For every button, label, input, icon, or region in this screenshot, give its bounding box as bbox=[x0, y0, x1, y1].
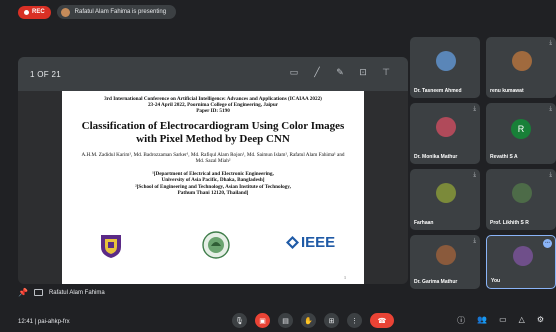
avatar bbox=[436, 183, 456, 203]
participants-grid: Dr. Tasneem Ahmed ⤓ renu kumawat ⤓ Dr. M… bbox=[410, 37, 556, 289]
avatar bbox=[512, 183, 532, 203]
participant-name: Prof. Likhith S R bbox=[490, 220, 529, 226]
end-call-icon[interactable]: ☎ bbox=[370, 313, 394, 328]
avatar bbox=[436, 117, 456, 137]
draw-icon[interactable]: ✎ bbox=[334, 67, 346, 78]
affiliation-line: Pathum Thani 12120, Thailand] bbox=[177, 190, 249, 197]
participant-tile[interactable]: ⤓ Dr. Garima Mathur bbox=[410, 235, 480, 289]
slide-page: 3rd International Conference on Artifici… bbox=[62, 91, 364, 284]
ieee-logo: IEEE bbox=[286, 234, 335, 251]
side-panel-buttons: ⓘ 👥 ▭ △ ⚙ bbox=[457, 315, 544, 326]
participant-name: Dr. Tasneem Ahmed bbox=[414, 88, 462, 94]
mic-muted-icon: ⤓ bbox=[549, 40, 552, 46]
fit-page-icon[interactable]: ⊡ bbox=[357, 67, 369, 78]
mic-muted-icon: ⤓ bbox=[473, 172, 476, 178]
mic-muted-icon: ⤓ bbox=[473, 106, 476, 112]
pdf-tools: ▭ ╱ ✎ ⊡ ⊤ bbox=[288, 67, 392, 78]
pin-page-icon[interactable]: ⊤ bbox=[380, 67, 392, 78]
university-shield-logo bbox=[101, 235, 121, 258]
meeting-info: 12:41 | pai-ahkp-frx bbox=[18, 319, 70, 325]
people-icon[interactable]: 👥 bbox=[477, 315, 487, 326]
ieee-diamond-icon bbox=[286, 236, 299, 249]
avatar bbox=[436, 51, 456, 71]
pin-icon[interactable]: 📌 bbox=[18, 288, 28, 297]
paper-id: Paper ID: 5190 bbox=[196, 108, 230, 115]
participant-tile[interactable]: ⤓ R Revathi S A bbox=[486, 103, 556, 164]
mic-muted-icon: ⤓ bbox=[549, 106, 552, 112]
highlight-icon[interactable]: ▭ bbox=[288, 67, 300, 78]
avatar-initial: R bbox=[511, 119, 531, 139]
screen-share-icon bbox=[33, 289, 43, 296]
participant-tile[interactable]: Dr. Tasneem Ahmed bbox=[410, 37, 480, 98]
participant-name: Farhaan bbox=[414, 220, 434, 226]
recording-badge[interactable]: REC bbox=[18, 5, 51, 19]
logo-row: IEEE bbox=[62, 227, 364, 267]
camera-icon[interactable]: ▣ bbox=[255, 313, 270, 328]
avatar bbox=[512, 51, 532, 71]
participant-name: Dr. Monika Mathur bbox=[414, 154, 458, 160]
mic-muted-icon: ⤓ bbox=[549, 172, 552, 178]
presentation-stage: 1 OF 21 ▭ ╱ ✎ ⊡ ⊤ 3rd International Conf… bbox=[18, 57, 408, 284]
presenter-avatar bbox=[60, 7, 70, 17]
bottom-bar: 12:41 | pai-ahkp-frx 🎙 ▣ ▤ ✋ ⊞ ⋮ ☎ ⓘ 👥 ▭… bbox=[0, 312, 556, 332]
mic-icon[interactable]: 🎙 bbox=[232, 313, 247, 328]
affiliations: ¹[Department of Electrical and Electroni… bbox=[62, 171, 364, 197]
rec-label: REC bbox=[32, 9, 45, 15]
raise-hand-icon[interactable]: ✋ bbox=[301, 313, 316, 328]
paper-title: Classification of Electrocardiogram Usin… bbox=[81, 119, 345, 145]
activities-icon[interactable]: △ bbox=[519, 315, 525, 326]
participant-tile[interactable]: ⤓ Prof. Likhith S R bbox=[486, 169, 556, 230]
present-icon[interactable]: ⊞ bbox=[324, 313, 339, 328]
more-options-icon[interactable]: ⋯ bbox=[543, 239, 552, 248]
institute-seal-logo bbox=[202, 231, 230, 259]
presenter-name: Rafatul Alam Fahima bbox=[48, 289, 105, 296]
presenting-banner[interactable]: Rafatul Alam Fahima is presenting bbox=[56, 5, 177, 19]
ieee-text: IEEE bbox=[301, 234, 336, 251]
participant-tile[interactable]: ⤓ Dr. Monika Mathur bbox=[410, 103, 480, 164]
participant-name: renu kumawat bbox=[490, 88, 524, 94]
call-controls: 🎙 ▣ ▤ ✋ ⊞ ⋮ ☎ bbox=[232, 313, 394, 328]
conference-header: 3rd International Conference on Artifici… bbox=[62, 96, 364, 115]
participant-name: You bbox=[491, 278, 501, 284]
pdf-toolbar: 1 OF 21 ▭ ╱ ✎ ⊡ ⊤ bbox=[18, 57, 408, 91]
page-count: 1 OF 21 bbox=[30, 69, 62, 79]
info-icon[interactable]: ⓘ bbox=[457, 315, 465, 326]
paper-authors: A.H.M. Zadidul Karim¹, Md. Badrozzaman S… bbox=[81, 151, 345, 165]
participant-name: Revathi S A bbox=[490, 154, 518, 160]
avatar bbox=[436, 245, 456, 265]
record-dot-icon bbox=[24, 9, 29, 15]
avatar bbox=[513, 246, 533, 266]
presenter-label: 📌 Rafatul Alam Fahima bbox=[18, 288, 105, 297]
page-number: 1 bbox=[344, 275, 346, 280]
mic-muted-icon: ⤓ bbox=[473, 238, 476, 244]
participant-tile[interactable]: ⤓ Farhaan bbox=[410, 169, 480, 230]
participant-name: Dr. Garima Mathur bbox=[414, 279, 458, 285]
pen-icon[interactable]: ╱ bbox=[311, 67, 323, 78]
captions-icon[interactable]: ▤ bbox=[278, 313, 293, 328]
host-controls-icon[interactable]: ⚙ bbox=[537, 315, 544, 326]
more-options-icon[interactable]: ⋮ bbox=[347, 313, 362, 328]
top-bar: REC Rafatul Alam Fahima is presenting bbox=[0, 0, 556, 24]
chat-icon[interactable]: ▭ bbox=[499, 315, 507, 326]
participant-tile-self[interactable]: ⋯ You bbox=[486, 235, 556, 289]
presenting-text: Rafatul Alam Fahima is presenting bbox=[74, 9, 167, 15]
participant-tile[interactable]: ⤓ renu kumawat bbox=[486, 37, 556, 98]
